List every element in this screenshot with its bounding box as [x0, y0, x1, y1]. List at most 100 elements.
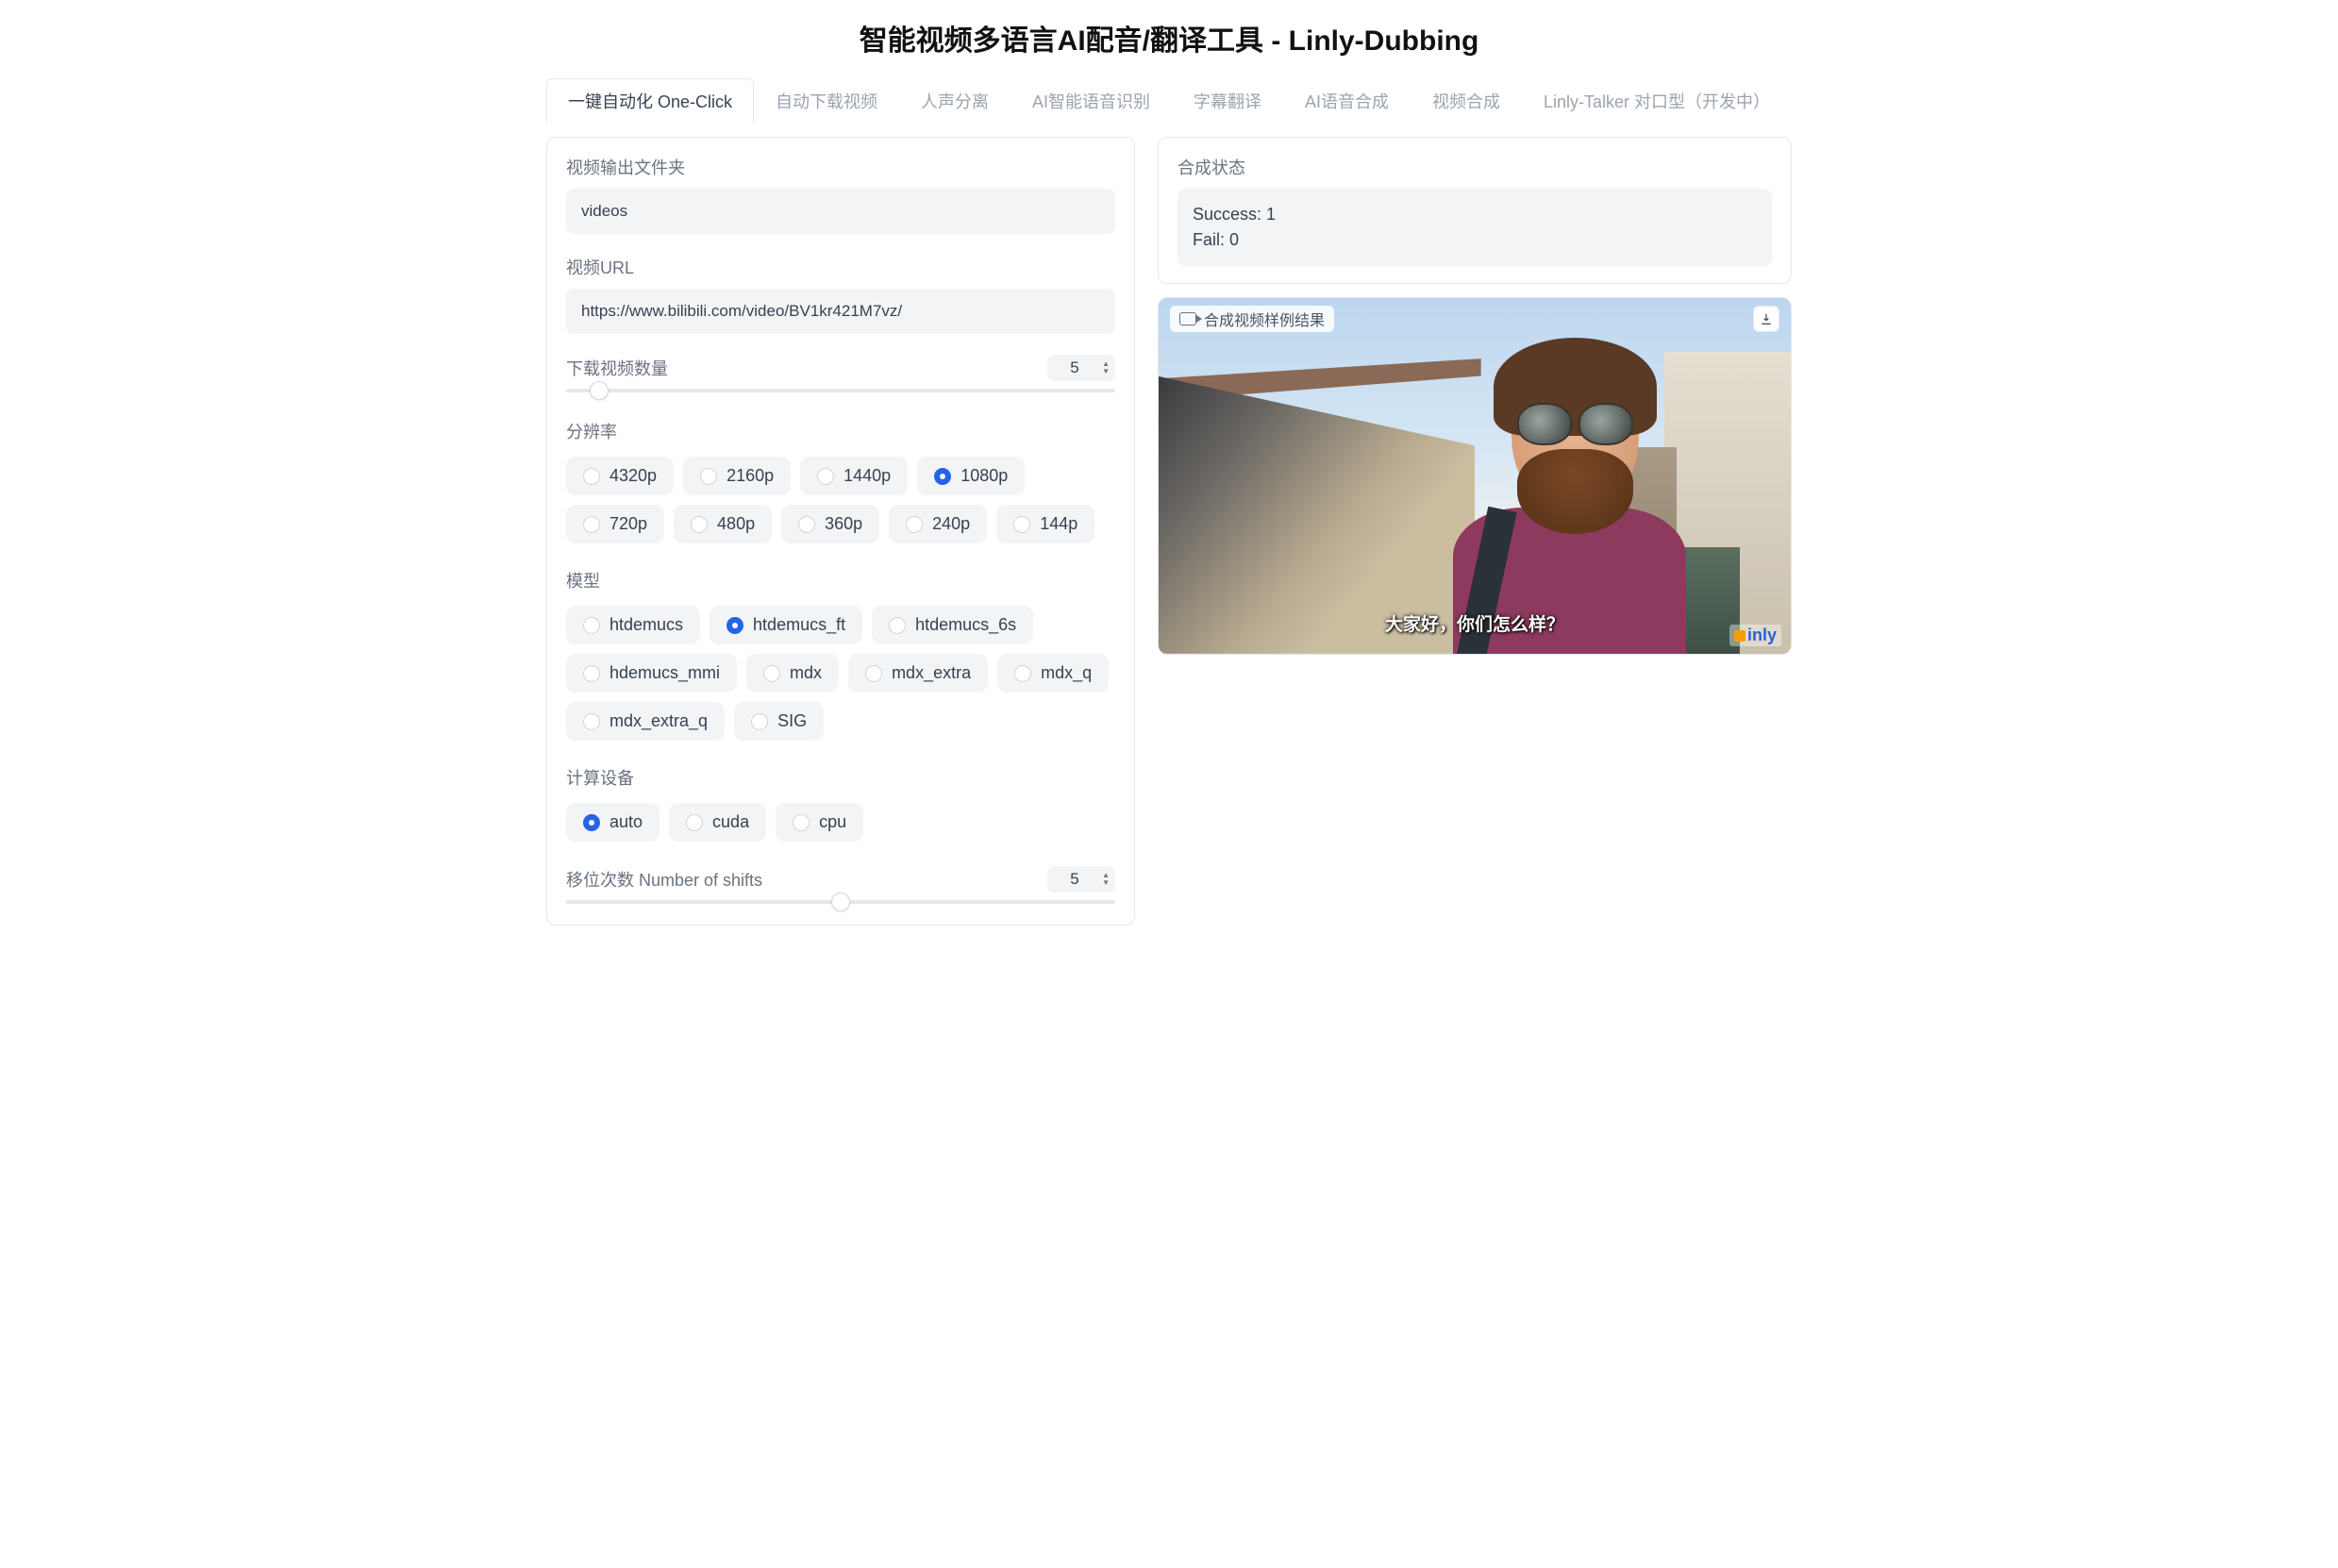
status-label: 合成状态 — [1177, 155, 1772, 179]
resolution-option-label: 4320p — [610, 466, 657, 486]
model-group: htdemucs htdemucs_ft htdemucs_6s hdemucs_mm… — [566, 606, 1115, 741]
tab-bar: 一键自动化 One-Click自动下载视频人声分离AI智能语音识别字幕翻译AI语… — [546, 77, 1792, 124]
radio-icon — [817, 468, 834, 485]
download-count-label: 下载视频数量 — [566, 356, 668, 380]
model-option-mdx_extra_q[interactable]: mdx_extra_q — [566, 702, 725, 741]
video-subtitle: 大家好，你们怎么样？ — [1385, 610, 1564, 636]
resolution-option-label: 480p — [717, 514, 755, 534]
resolution-option-720p[interactable]: 720p — [566, 505, 664, 543]
video-url-input[interactable] — [566, 289, 1115, 334]
radio-icon — [583, 516, 600, 533]
device-option-auto[interactable]: auto — [566, 803, 660, 842]
tab-5[interactable]: AI语音合成 — [1283, 78, 1411, 124]
radio-icon — [751, 713, 768, 730]
radio-icon — [906, 516, 923, 533]
tab-2[interactable]: 人声分离 — [899, 78, 1010, 124]
stepper-icon[interactable]: ▲▼ — [1102, 872, 1110, 887]
output-folder-label: 视频输出文件夹 — [566, 155, 1115, 179]
output-folder-input[interactable] — [566, 189, 1115, 234]
resolution-option-1080p[interactable]: 1080p — [917, 457, 1025, 495]
video-preview-label: 合成视频样例结果 — [1170, 306, 1334, 332]
status-success: Success: 1 — [1193, 202, 1757, 227]
download-count-value[interactable]: 5 ▲▼ — [1047, 355, 1115, 381]
download-button[interactable] — [1753, 306, 1779, 332]
resolution-group: 4320p 2160p 1440p 1080p 720p 480p 360p 240p 144p — [566, 457, 1115, 543]
tab-6[interactable]: 视频合成 — [1411, 78, 1522, 124]
radio-icon — [793, 814, 810, 831]
radio-icon — [583, 468, 600, 485]
status-panel: 合成状态 Success: 1 Fail: 0 — [1158, 137, 1792, 284]
resolution-option-label: 1080p — [960, 466, 1008, 486]
model-option-label: mdx — [790, 663, 822, 683]
radio-icon — [686, 814, 703, 831]
shifts-slider[interactable] — [566, 900, 1115, 904]
radio-icon — [763, 665, 780, 682]
radio-icon — [691, 516, 708, 533]
radio-icon — [798, 516, 815, 533]
device-option-label: auto — [610, 812, 643, 832]
device-group: auto cuda cpu — [566, 803, 1115, 842]
download-icon — [1760, 312, 1773, 325]
resolution-option-4320p[interactable]: 4320p — [566, 457, 674, 495]
tab-1[interactable]: 自动下载视频 — [754, 78, 899, 124]
device-option-cpu[interactable]: cpu — [776, 803, 863, 842]
model-option-mdx_extra[interactable]: mdx_extra — [848, 654, 988, 692]
resolution-option-2160p[interactable]: 2160p — [683, 457, 791, 495]
radio-icon — [1014, 665, 1031, 682]
tab-0[interactable]: 一键自动化 One-Click — [546, 78, 754, 124]
radio-icon — [583, 814, 600, 831]
resolution-option-label: 144p — [1040, 514, 1077, 534]
shifts-value[interactable]: 5 ▲▼ — [1047, 866, 1115, 892]
tab-3[interactable]: AI智能语音识别 — [1010, 78, 1172, 124]
model-option-label: htdemucs_6s — [915, 615, 1016, 635]
model-option-htdemucs_ft[interactable]: htdemucs_ft — [710, 606, 862, 644]
resolution-label: 分辨率 — [566, 419, 1115, 443]
radio-icon — [583, 665, 600, 682]
radio-icon — [934, 468, 951, 485]
stepper-icon[interactable]: ▲▼ — [1102, 360, 1110, 375]
model-option-label: mdx_extra_q — [610, 711, 708, 731]
settings-panel: 视频输出文件夹 视频URL 下载视频数量 5 ▲▼ 分辨率 4320p2160p… — [546, 137, 1135, 926]
slider-thumb[interactable] — [831, 892, 850, 911]
resolution-option-144p[interactable]: 144p — [996, 505, 1094, 543]
download-count-number: 5 — [1070, 359, 1078, 377]
video-preview-panel: 合成视频样例结果 — [1158, 297, 1792, 655]
video-icon — [1179, 312, 1196, 325]
tab-4[interactable]: 字幕翻译 — [1172, 78, 1283, 124]
video-preview[interactable]: 大家好，你们怎么样？ inly — [1159, 298, 1791, 654]
radio-icon — [889, 617, 906, 634]
device-option-cuda[interactable]: cuda — [669, 803, 766, 842]
resolution-option-360p[interactable]: 360p — [781, 505, 879, 543]
resolution-option-label: 2160p — [726, 466, 774, 486]
resolution-option-label: 240p — [932, 514, 970, 534]
resolution-option-label: 720p — [610, 514, 647, 534]
resolution-option-480p[interactable]: 480p — [674, 505, 772, 543]
model-option-label: htdemucs_ft — [753, 615, 845, 635]
model-option-htdemucs[interactable]: htdemucs — [566, 606, 700, 644]
slider-thumb[interactable] — [590, 381, 609, 400]
model-option-mdx[interactable]: mdx — [746, 654, 839, 692]
model-option-SIG[interactable]: SIG — [734, 702, 824, 741]
resolution-option-label: 1440p — [843, 466, 891, 486]
status-fail: Fail: 0 — [1193, 227, 1757, 253]
resolution-option-240p[interactable]: 240p — [889, 505, 987, 543]
model-option-label: hdemucs_mmi — [610, 663, 720, 683]
download-count-slider[interactable] — [566, 389, 1115, 392]
model-option-label: SIG — [777, 711, 807, 731]
tab-7[interactable]: Linly-Talker 对口型（开发中） — [1522, 78, 1792, 124]
radio-icon — [865, 665, 882, 682]
radio-icon — [583, 713, 600, 730]
model-option-mdx_q[interactable]: mdx_q — [997, 654, 1109, 692]
shifts-number: 5 — [1070, 870, 1078, 889]
model-option-label: mdx_extra — [892, 663, 971, 683]
radio-icon — [1013, 516, 1030, 533]
device-option-label: cuda — [712, 812, 749, 832]
shifts-label: 移位次数 Number of shifts — [566, 867, 762, 892]
page-title: 智能视频多语言AI配音/翻译工具 - Linly-Dubbing — [546, 17, 1792, 58]
resolution-option-1440p[interactable]: 1440p — [800, 457, 908, 495]
model-option-htdemucs_6s[interactable]: htdemucs_6s — [872, 606, 1033, 644]
model-option-hdemucs_mmi[interactable]: hdemucs_mmi — [566, 654, 737, 692]
device-option-label: cpu — [819, 812, 846, 832]
model-option-label: htdemucs — [610, 615, 683, 635]
model-label: 模型 — [566, 568, 1115, 592]
